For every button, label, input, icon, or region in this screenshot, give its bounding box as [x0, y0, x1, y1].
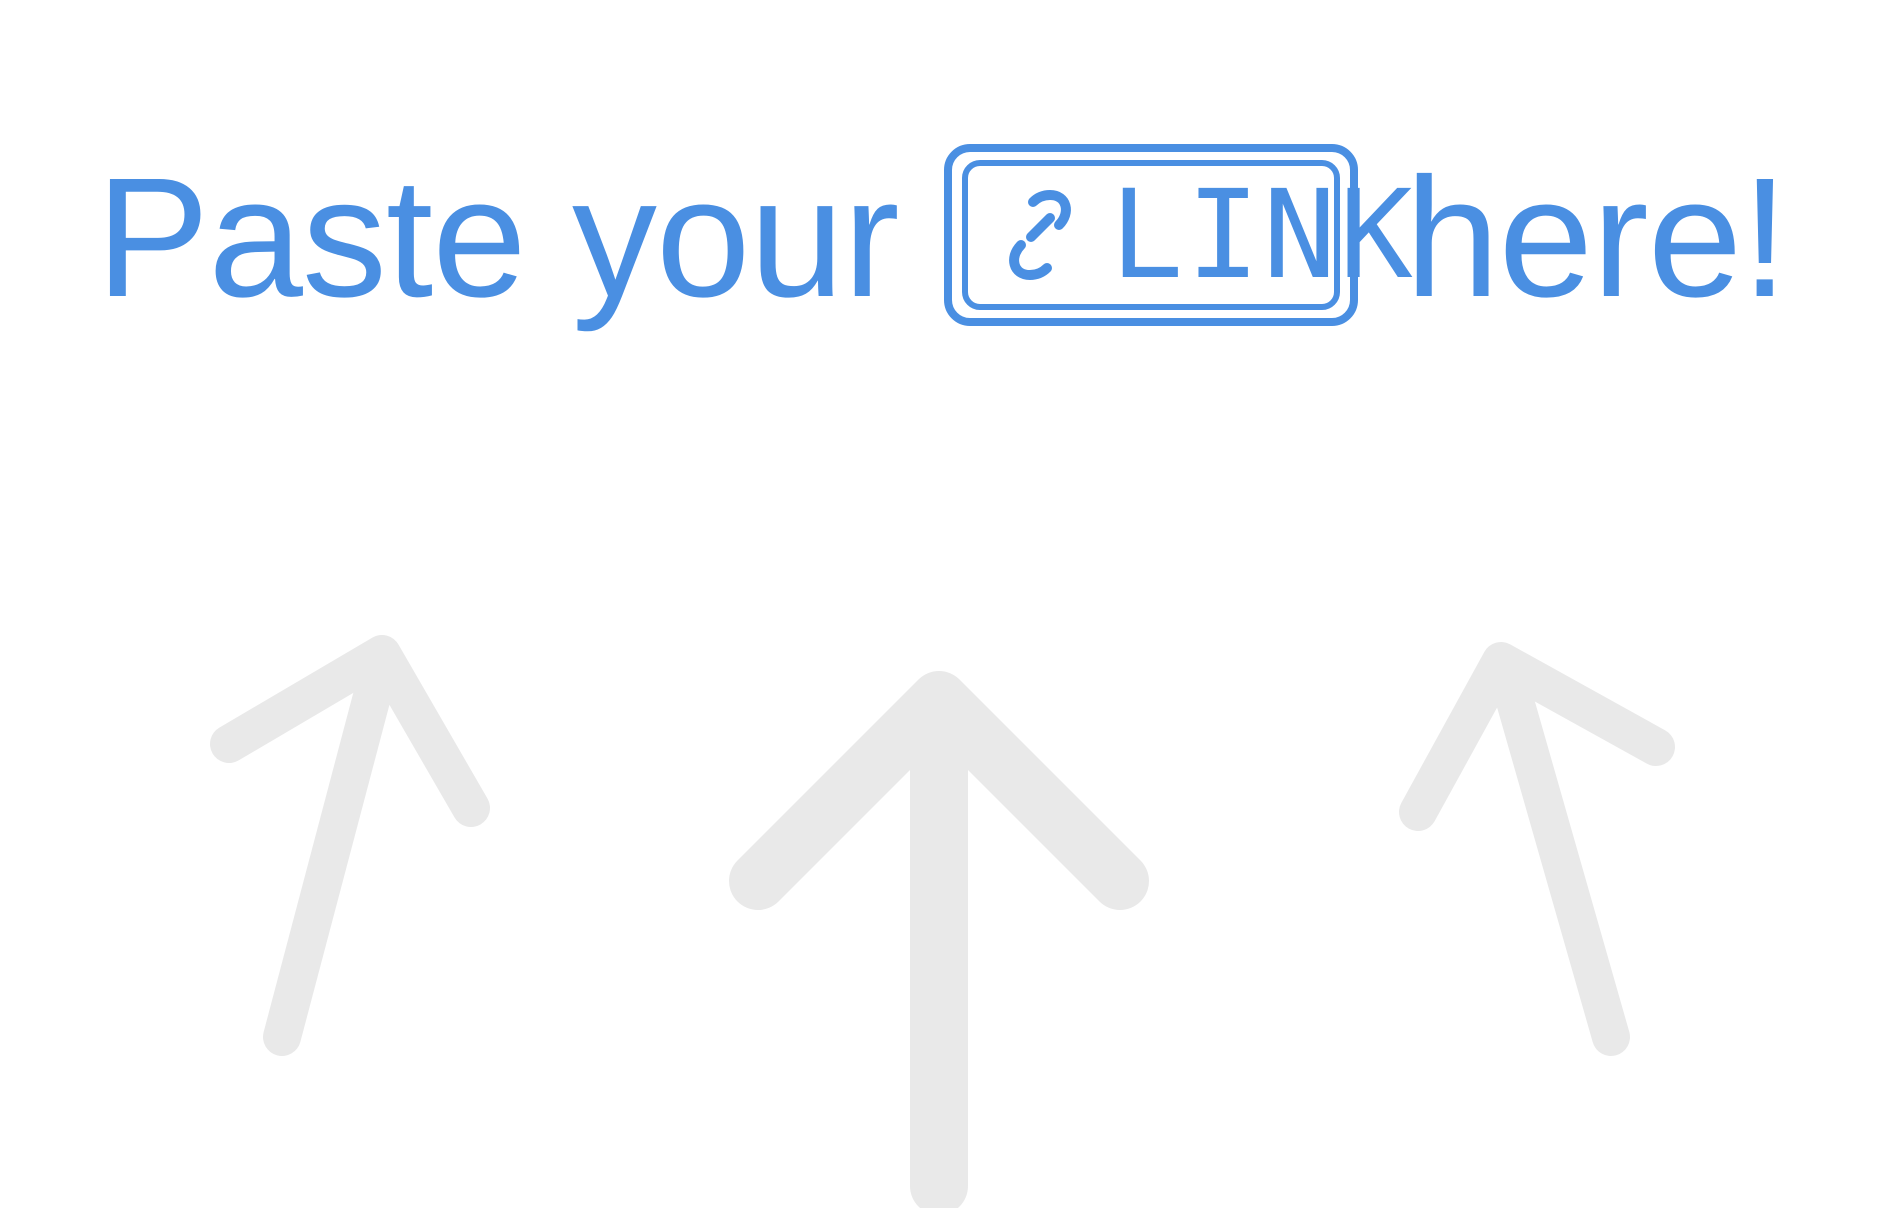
paste-headline: Paste your	[96, 138, 900, 338]
link-badge-content: LINK	[992, 174, 1416, 296]
headline-suffix: here!	[1405, 143, 1788, 333]
up-arrow-icon-left	[210, 635, 490, 1056]
up-arrow-icon-center	[729, 671, 1149, 1208]
headline-prefix: Paste your	[96, 143, 900, 333]
link-paste-target[interactable]: LINK	[944, 144, 1413, 326]
link-label: LINK	[1110, 164, 1416, 306]
link-icon	[1009, 189, 1071, 281]
paste-headline-suffix: here!	[1405, 138, 1788, 338]
up-arrow-icon-right	[1399, 642, 1675, 1056]
